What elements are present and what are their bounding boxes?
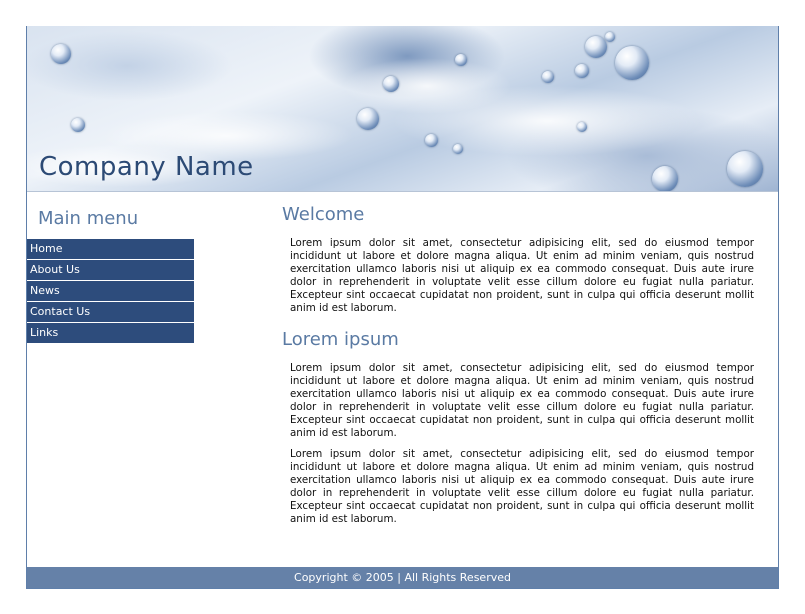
page-frame: Company Name Main menu Home About Us New… [26,26,779,589]
copyright-text: Copyright © 2005 | All Rights Reserved [294,571,511,584]
water-bubble-image [605,32,615,42]
main-menu: Home About Us News Contact Us Links [27,239,194,344]
water-bubble-image [425,134,438,147]
water-bubble-image [575,64,589,78]
section-title: Welcome [282,204,365,225]
water-bubble-image [51,44,71,64]
water-bubble-image [577,122,587,132]
section-title: Lorem ipsum [282,329,399,350]
main-content: Welcome Lorem ipsum dolor sit amet, cons… [282,191,754,534]
sidebar: Main menu Home About Us News Contact Us … [27,191,194,344]
water-bubble-image [357,108,379,130]
water-bubble-image [542,71,554,83]
footer: Copyright © 2005 | All Rights Reserved [27,567,778,588]
water-bubble-image [727,151,763,187]
header-banner: Company Name [27,26,778,192]
body-paragraph: Lorem ipsum dolor sit amet, consectetur … [290,362,754,439]
water-bubble-image [585,36,607,58]
company-name: Company Name [39,152,254,182]
menu-item-home[interactable]: Home [27,239,194,260]
menu-item-contact-us[interactable]: Contact Us [27,302,194,323]
water-bubble-image [383,76,399,92]
body-paragraph: Lorem ipsum dolor sit amet, consectetur … [290,237,754,314]
water-bubble-image [652,166,678,191]
main-menu-title: Main menu [38,208,139,229]
menu-item-links[interactable]: Links [27,323,194,344]
body-paragraph: Lorem ipsum dolor sit amet, consectetur … [290,448,754,525]
menu-item-about-us[interactable]: About Us [27,260,194,281]
water-bubble-image [615,46,649,80]
menu-item-news[interactable]: News [27,281,194,302]
water-bubble-image [71,118,85,132]
water-bubble-image [455,54,467,66]
section-welcome: Welcome Lorem ipsum dolor sit amet, cons… [282,204,754,315]
section-lorem-ipsum: Lorem ipsum Lorem ipsum dolor sit amet, … [282,329,754,526]
water-bubble-image [453,144,463,154]
